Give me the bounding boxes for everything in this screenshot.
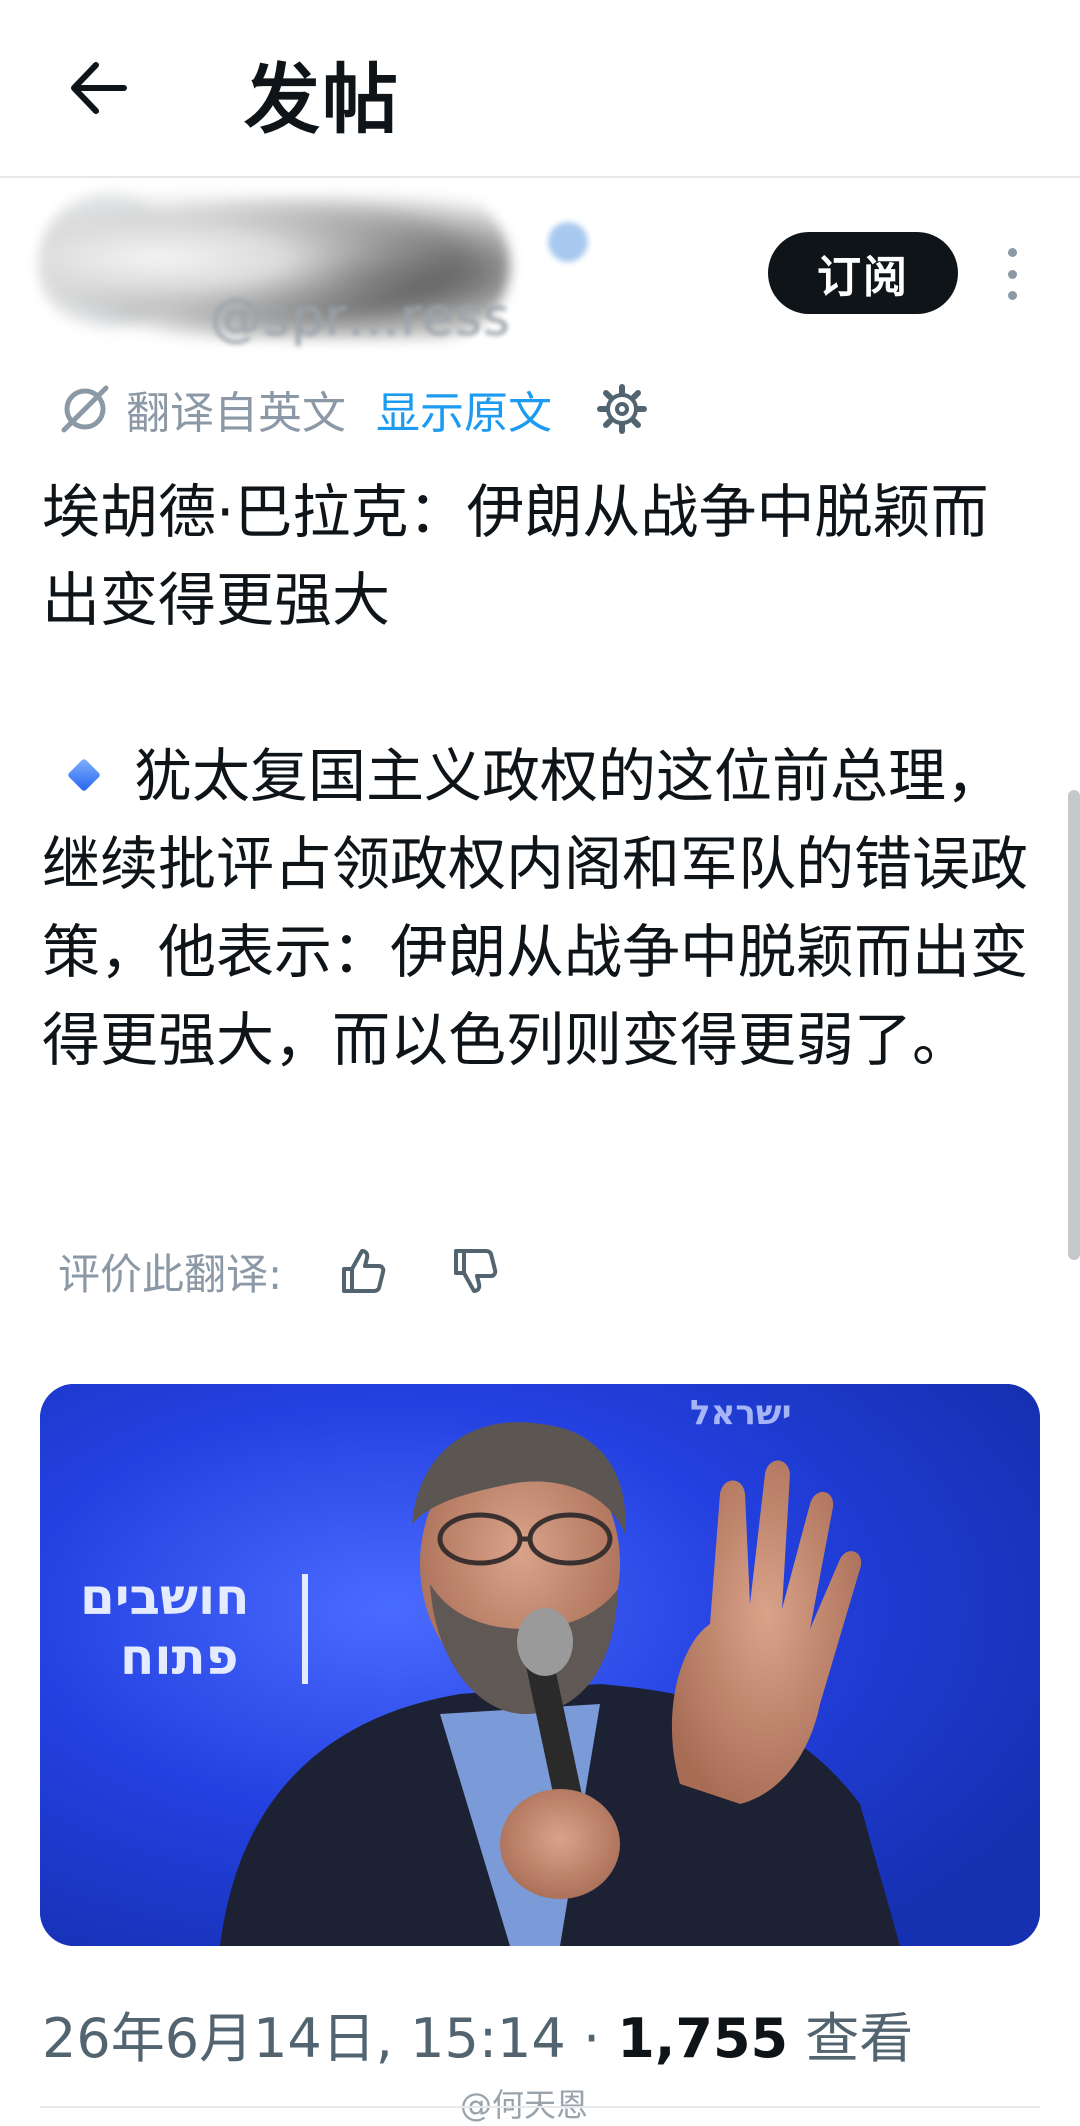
post-paragraph: 犹太复国主义政权的这位前总理，继续批评占领政权内阁和军队的错误政策，他表示：伊朗…: [42, 732, 1042, 1084]
post-time: 15:14: [410, 2007, 566, 2070]
post-text: 埃胡德·巴拉克：伊朗从战争中脱颖而出变得更强大 犹太复国主义政权的这位前总理，继…: [42, 468, 1042, 1084]
gear-icon[interactable]: [596, 383, 648, 435]
post-image[interactable]: חושבים פתוח ישראל: [40, 1384, 1040, 1946]
post-date: 26年6月14日: [42, 2007, 376, 2070]
top-bar: 发帖: [0, 0, 1080, 178]
subscribe-button[interactable]: 订阅: [768, 232, 958, 314]
show-original-link[interactable]: 显示原文: [376, 377, 552, 441]
translated-from-label: 翻译自英文: [126, 388, 346, 439]
post-headline: 埃胡德·巴拉克：伊朗从战争中脱颖而出变得更强大: [42, 478, 989, 634]
translate-icon: [61, 385, 109, 433]
author-handle[interactable]: @spr…ress: [210, 288, 511, 348]
more-dot-icon: [1007, 269, 1017, 279]
more-options-button[interactable]: [990, 244, 1034, 304]
translation-bar: 翻译自英文 显示原文: [58, 376, 648, 442]
thumbs-down-icon[interactable]: [448, 1245, 500, 1297]
thumbs-up-icon[interactable]: [336, 1245, 388, 1297]
views-count: 1,755: [617, 2007, 789, 2070]
sign-text: חושבים: [80, 1568, 249, 1626]
more-dot-icon: [1007, 291, 1017, 300]
meta-separator: ·: [582, 2007, 601, 2070]
blue-diamond-icon: [67, 757, 101, 792]
divider: [40, 2106, 1040, 2108]
post-body-text: 犹太复国主义政权的这位前总理，继续批评占领政权内阁和军队的错误政策，他表示：伊朗…: [42, 742, 1029, 1074]
back-button[interactable]: [58, 48, 138, 128]
sign-text: פתוח: [120, 1628, 239, 1686]
more-dot-icon: [1007, 248, 1017, 257]
post-meta: 26年6月14日, 15:14 · 1,755 查看: [42, 2007, 914, 2070]
rate-translation-label: 评价此翻译:: [58, 1249, 283, 1299]
sign-text: ישראל: [690, 1393, 792, 1433]
page-title: 发帖: [244, 55, 400, 144]
watermark: @何天恩: [460, 2086, 589, 2124]
rate-translation-row: 评价此翻译:: [58, 1236, 500, 1306]
views-label: 查看: [805, 2007, 914, 2070]
scrollbar[interactable]: [1068, 790, 1080, 1260]
speaker-photo: חושבים פתוח ישראל: [40, 1384, 1040, 1946]
arrow-left-icon: [71, 62, 127, 114]
verified-badge-icon: [548, 222, 588, 262]
